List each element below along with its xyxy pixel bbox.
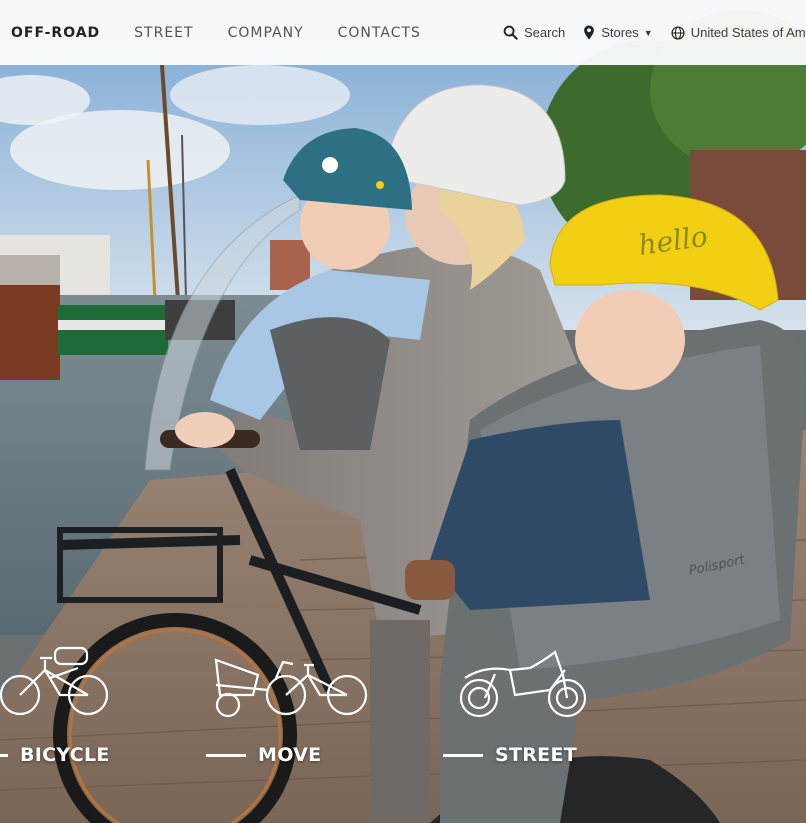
category-line bbox=[443, 753, 483, 757]
bicycle-icon[interactable] bbox=[0, 640, 112, 720]
stores-label: Stores bbox=[601, 25, 639, 40]
utility-links: Search Stores ▼ United States of America bbox=[503, 0, 806, 65]
map-pin-icon bbox=[584, 25, 595, 40]
search-label: Search bbox=[524, 25, 566, 40]
category-street[interactable]: STREET bbox=[443, 744, 577, 766]
category-move[interactable]: MOVE bbox=[206, 744, 321, 766]
child-trailer-icon[interactable] bbox=[208, 640, 368, 720]
country-label: United States of America bbox=[690, 25, 806, 40]
stores-dropdown[interactable]: Stores ▼ bbox=[583, 25, 653, 40]
category-move-label: MOVE bbox=[258, 744, 322, 766]
category-bicycle[interactable]: BICYCLE bbox=[0, 744, 110, 766]
nav-item-company[interactable]: COMPANY bbox=[228, 25, 304, 41]
country-selector[interactable]: United States of America bbox=[671, 25, 806, 40]
globe-icon bbox=[671, 25, 685, 40]
category-bicycle-label: BICYCLE bbox=[20, 744, 110, 766]
nav-item-off-road[interactable]: OFF-ROAD bbox=[11, 25, 100, 41]
search-link[interactable]: Search bbox=[503, 25, 565, 40]
top-navigation-bar: OFF-ROAD STREET COMPANY CONTACTS Search … bbox=[0, 0, 806, 65]
nav-item-contacts[interactable]: CONTACTS bbox=[338, 25, 421, 41]
category-line bbox=[0, 753, 8, 757]
main-nav: OFF-ROAD STREET COMPANY CONTACTS bbox=[11, 0, 455, 65]
hero-image: Polisport hello bbox=[0, 0, 806, 823]
nav-item-street[interactable]: STREET bbox=[134, 25, 193, 41]
category-street-label: STREET bbox=[495, 744, 577, 766]
search-icon bbox=[503, 25, 518, 40]
category-line bbox=[206, 753, 246, 757]
chevron-down-icon: ▼ bbox=[643, 27, 653, 38]
motorcycle-icon[interactable] bbox=[455, 640, 595, 720]
